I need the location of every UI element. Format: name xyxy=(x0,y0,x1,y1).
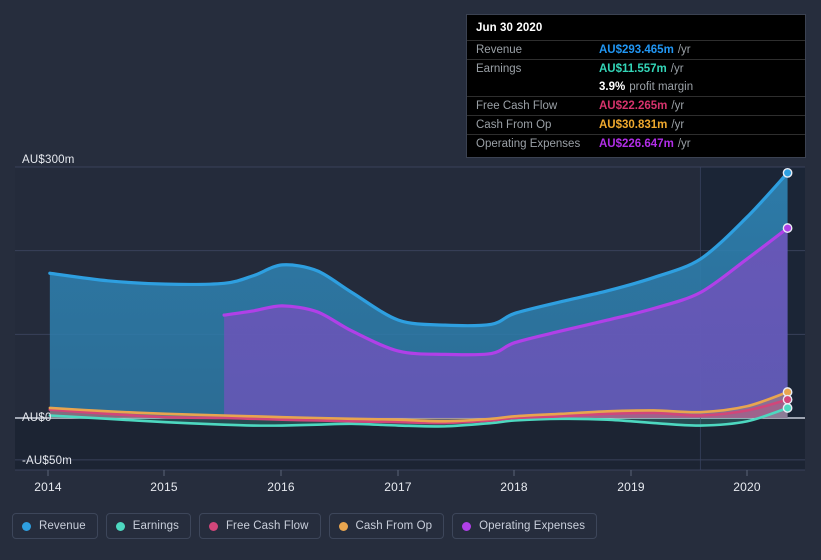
tooltip-row-value: AU$30.831m xyxy=(599,119,668,131)
x-axis-tick-label: 2015 xyxy=(150,480,178,494)
tooltip-row-label: Earnings xyxy=(476,63,522,75)
tooltip-row-suffix: /yr xyxy=(671,100,685,112)
tooltip-date: Jun 30 2020 xyxy=(476,22,543,34)
tooltip-row-value: AU$293.465m xyxy=(599,44,674,56)
tooltip-row-suffix: /yr xyxy=(677,138,691,150)
legend-item-free-cash-flow[interactable]: Free Cash Flow xyxy=(198,513,321,539)
tooltip-row: 3.9% profit margin xyxy=(467,78,805,96)
tooltip-rows: Revenue AU$293.465m/yr Earnings AU$11.557m /… xyxy=(467,40,805,153)
tooltip-row: Cash From Op AU$30.831m/yr xyxy=(467,115,805,134)
x-axis-tick-label: 2019 xyxy=(617,480,645,494)
legend-color-dot-icon xyxy=(22,521,31,531)
legend-color-dot-icon xyxy=(208,521,218,531)
tooltip-row: Revenue AU$293.465m/yr xyxy=(467,40,805,59)
tooltip-row-suffix: /yr xyxy=(670,63,684,75)
x-axis-tick-label: 2016 xyxy=(267,480,295,494)
tooltip-row-value: AU$11.557m xyxy=(599,63,667,75)
series-endpoint-marker xyxy=(782,403,793,413)
legend-item-label: Free Cash Flow xyxy=(225,520,309,532)
tooltip-row-value: AU$226.647m xyxy=(599,138,674,150)
tooltip-row: Earnings AU$11.557m/yr xyxy=(467,59,805,78)
legend-item-label: Revenue xyxy=(39,520,86,532)
tooltip-row-value-wrap: AU$22.265m/yr xyxy=(599,100,684,112)
tooltip-row-value-wrap: AU$11.557m/yr xyxy=(599,63,684,75)
series-endpoint-marker xyxy=(782,167,793,178)
y-axis-tick-label: AU$0 xyxy=(22,412,52,424)
y-axis-tick-label: AU$300m xyxy=(22,154,75,166)
legend-color-dot-icon xyxy=(115,521,125,531)
tooltip-row-value-wrap: AU$293.465m/yr xyxy=(599,44,691,56)
tooltip-row-suffix: profit margin xyxy=(629,81,694,93)
x-axis-tick-label: 2014 xyxy=(34,480,62,494)
tooltip-row-value: 3.9% xyxy=(599,81,626,93)
legend-color-dot-icon xyxy=(338,521,348,531)
y-axis-tick-label: -AU$50m xyxy=(22,455,72,467)
legend-item-revenue[interactable]: Revenue xyxy=(12,513,98,539)
legend-item-label: Earnings xyxy=(132,520,179,532)
legend-item-label: Operating Expenses xyxy=(479,520,586,532)
tooltip-row: Free Cash Flow AU$22.265m/yr xyxy=(467,96,805,115)
tooltip-row-label: Cash From Op xyxy=(476,119,552,131)
data-tooltip: Jun 30 2020 Revenue AU$293.465m/yr Earning… xyxy=(466,14,806,158)
series-endpoint-marker xyxy=(782,223,793,233)
tooltip-row-label: Free Cash Flow xyxy=(476,100,558,112)
tooltip-row-value-wrap: AU$226.647m/yr xyxy=(599,138,691,150)
legend-item-operating-expenses[interactable]: Operating Expenses xyxy=(452,513,598,539)
x-axis-tick-label: 2017 xyxy=(384,480,412,494)
legend-item-cash-from-op[interactable]: Cash From Op xyxy=(328,513,445,539)
legend-color-dot-icon xyxy=(462,521,472,531)
tooltip-row-value-wrap: 3.9% profit margin xyxy=(599,81,693,93)
legend-item-earnings[interactable]: Earnings xyxy=(105,513,191,539)
tooltip-row: Operating Expenses AU$226.647m/yr xyxy=(467,134,805,153)
series-endpoint-marker xyxy=(782,394,793,405)
tooltip-row-value-wrap: AU$30.831m/yr xyxy=(599,119,684,131)
x-axis-tick-label: 2020 xyxy=(733,480,761,494)
tooltip-row-suffix: /yr xyxy=(671,119,685,131)
tooltip-row-suffix: /yr xyxy=(677,44,691,56)
x-axis-tick-label: 2018 xyxy=(500,480,528,494)
chart-legend: Revenue Earnings Free Cash Flow Cash From O… xyxy=(12,513,598,539)
tooltip-row-value: AU$22.265m xyxy=(599,100,668,112)
financial-chart-widget: AU$300m AU$0 -AU$50m 2014 2015 2016 2017 2018 2… xyxy=(0,0,821,560)
tooltip-row-label: Operating Expenses xyxy=(476,138,581,150)
legend-item-label: Cash From Op xyxy=(355,520,433,532)
tooltip-row-label: Revenue xyxy=(476,44,523,56)
